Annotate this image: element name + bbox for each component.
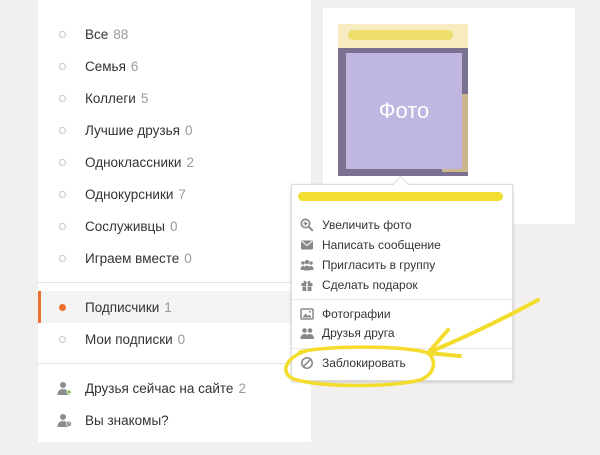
page-gutter-right: [575, 0, 600, 455]
bullet-icon: [59, 94, 66, 102]
nav-item-label: Одноклассники: [85, 154, 182, 170]
nav-item-subscribers[interactable]: Подписчики 1: [38, 291, 311, 323]
envelope-icon: [301, 240, 313, 250]
nav-item-count: 5: [140, 90, 149, 106]
page-gutter-bottom: [38, 442, 311, 455]
menu-item-label: Пригласить в группу: [322, 258, 436, 272]
divider: [38, 363, 311, 364]
photos-icon: [300, 308, 314, 320]
menu-divider: [291, 348, 511, 349]
nav-item-colleagues[interactable]: Коллеги 5: [38, 82, 311, 114]
active-indicator: [38, 291, 41, 323]
bullet-icon: [59, 303, 66, 311]
person-online-icon: [57, 382, 72, 395]
bullet-icon: [59, 190, 66, 198]
nav-item-family[interactable]: Семья 6: [38, 50, 311, 82]
nav-item-label: Подписчики: [85, 299, 160, 315]
nav-item-count: 0: [184, 122, 193, 138]
nav-item-maybe-know[interactable]: ? Вы знакомы?: [38, 404, 311, 436]
bullet-icon: [59, 254, 66, 262]
bullet-icon: [59, 158, 66, 166]
redacted-caption: [348, 30, 453, 40]
nav-item-play-together[interactable]: Играем вместе 0: [38, 242, 311, 274]
group-icon: [300, 259, 314, 271]
menu-item-label: Увеличить фото: [322, 218, 412, 232]
bullet-icon: [59, 126, 66, 134]
nav-item-label: Коллеги: [85, 90, 136, 106]
nav-item-label: Сослуживцы: [85, 218, 165, 234]
menu-divider: [291, 299, 511, 300]
bullet-icon: [59, 62, 66, 70]
nav-item-label: Однокурсники: [85, 186, 174, 202]
menu-item-label: Сделать подарок: [322, 278, 418, 292]
nav-item-count: 0: [184, 250, 192, 266]
nav-item-count: 88: [113, 26, 129, 42]
nav-item-friends-online[interactable]: Друзья сейчас на сайте 2: [38, 372, 311, 404]
person-question-icon: ?: [57, 414, 72, 428]
nav-item-label: Все: [85, 26, 109, 42]
menu-item-enlarge-photo[interactable]: Увеличить фото: [291, 215, 511, 235]
nav-item-count: 0: [169, 218, 178, 234]
nav-item-label: Семья: [85, 58, 126, 74]
nav-item-coworkers[interactable]: Сослуживцы 0: [38, 210, 311, 242]
bullet-icon: [59, 222, 66, 230]
page-gutter-top: [323, 0, 600, 8]
menu-item-photos[interactable]: Фотографии: [291, 304, 511, 324]
nav-item-count: 6: [130, 58, 139, 74]
nav-item-classmates[interactable]: Одноклассники 2: [38, 146, 311, 178]
menu-item-invite-to-group[interactable]: Пригласить в группу: [291, 255, 511, 275]
menu-item-label: Друзья друга: [322, 326, 395, 340]
friends-icon: [300, 328, 314, 339]
divider: [38, 282, 311, 283]
nav-item-count: 2: [186, 154, 194, 170]
block-icon: [301, 357, 313, 369]
menu-item-friends-of-friend[interactable]: Друзья друга: [291, 323, 511, 343]
gift-icon: [301, 280, 313, 291]
nav-item-count: 1: [164, 299, 172, 315]
nav-item-my-subscriptions[interactable]: Мои подписки 0: [38, 323, 311, 355]
nav-item-label: Друзья сейчас на сайте: [85, 380, 234, 396]
nav-item-all[interactable]: Все 88: [38, 18, 311, 50]
nav-item-best-friends[interactable]: Лучшие друзья 0: [38, 114, 311, 146]
menu-item-label: Написать сообщение: [322, 238, 441, 252]
menu-item-block[interactable]: Заблокировать: [291, 353, 511, 373]
redacted-friend-name: [298, 192, 503, 201]
nav-item-label: Лучшие друзья: [85, 122, 180, 138]
page-gutter-left: [0, 0, 38, 455]
menu-item-label: Заблокировать: [322, 356, 406, 370]
zoom-in-icon: [300, 218, 314, 232]
photo-placeholder-label: Фото: [378, 98, 430, 123]
photo-placeholder: Фото: [346, 53, 462, 169]
menu-item-send-gift[interactable]: Сделать подарок: [291, 275, 511, 295]
bullet-icon: [59, 335, 66, 343]
friend-groups-panel: Все 88 Семья 6 Коллеги 5 Лучшие друзья 0 Одн…: [38, 8, 311, 442]
menu-item-label: Фотографии: [322, 307, 391, 321]
nav-item-count: 2: [238, 380, 246, 396]
nav-item-label: Мои подписки: [85, 331, 173, 347]
nav-item-label: Играем вместе: [85, 250, 180, 266]
nav-item-count: 7: [178, 186, 186, 202]
nav-item-count: 0: [177, 331, 186, 347]
bullet-icon: [59, 30, 66, 38]
nav-item-groupmates[interactable]: Однокурсники 7: [38, 178, 311, 210]
nav-item-label: Вы знакомы?: [85, 412, 169, 428]
menu-item-send-message[interactable]: Написать сообщение: [291, 235, 511, 255]
